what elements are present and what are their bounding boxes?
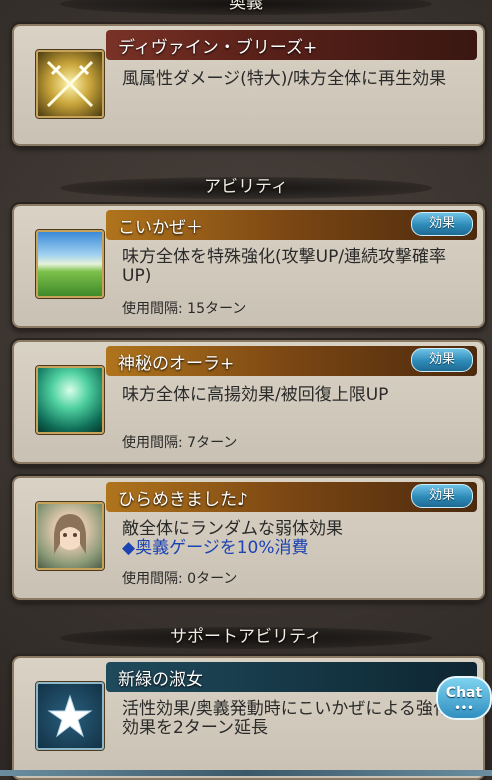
ougi-description: 風属性ダメージ(特大)/味方全体に再生効果 <box>122 69 447 89</box>
ougi-header-label: 奥義 <box>229 0 263 13</box>
chat-dots: ••• <box>454 703 474 714</box>
ability-1-effect-button[interactable]: 効果 <box>411 212 473 236</box>
ougi-section-header: 奥義 <box>0 0 492 18</box>
ability-card-3[interactable]: ひらめきました♪ 効果 敵全体にランダムな弱体効果 ◆奥義ゲージを10%消費 使… <box>12 476 485 600</box>
support-card[interactable]: 新緑の淑女 活性効果/奥義発動時にこいかぜによる強化効果を2ターン延長 <box>12 656 485 780</box>
ability-3-description-text: 敵全体にランダムな弱体効果 <box>122 519 343 539</box>
ability-2-effect-button[interactable]: 効果 <box>411 348 473 372</box>
ability-2-interval: 使用間隔: 7ターン <box>122 435 238 451</box>
ability-card-1[interactable]: こいかぜ＋ 効果 味方全体を特殊強化(攻撃UP/連続攻撃確率UP) 使用間隔: … <box>12 204 485 328</box>
ability-section-header: アビリティ <box>0 172 492 202</box>
support-name: 新緑の淑女 <box>118 669 203 690</box>
ougi-card[interactable]: ディヴァイン・ブリーズ+ 風属性ダメージ(特大)/味方全体に再生効果 <box>12 24 485 146</box>
support-title-bar: 新緑の淑女 <box>106 662 477 692</box>
bottom-strip <box>0 770 492 776</box>
green-aura-icon <box>36 366 104 434</box>
support-description: 活性効果/奥義発動時にこいかぜによる強化効果を2ターン延長 <box>122 699 450 738</box>
ability-2-name: 神秘のオーラ+ <box>118 353 235 374</box>
ougi-title-bar: ディヴァイン・ブリーズ+ <box>106 30 477 60</box>
ability-header-label: アビリティ <box>204 177 288 197</box>
ability-1-description: 味方全体を特殊強化(攻撃UP/連続攻撃確率UP) <box>122 247 447 286</box>
star-icon <box>36 682 104 750</box>
character-portrait-icon <box>36 502 104 570</box>
ability-1-name: こいかぜ＋ <box>118 217 203 238</box>
ability-card-2[interactable]: 神秘のオーラ+ 効果 味方全体に高揚効果/被回復上限UP 使用間隔: 7ターン <box>12 340 485 464</box>
green-field-icon <box>36 230 104 298</box>
ability-3-cost-note: ◆奥義ゲージを10%消費 <box>122 538 309 558</box>
ability-2-description: 味方全体に高揚効果/被回復上限UP <box>122 385 389 405</box>
chat-label: Chat <box>445 685 483 701</box>
ability-3-description: 敵全体にランダムな弱体効果 ◆奥義ゲージを10%消費 <box>122 520 465 558</box>
support-section-header: サポートアビリティ <box>0 622 492 652</box>
ability-3-name: ひらめきました♪ <box>118 489 248 510</box>
ougi-name: ディヴァイン・ブリーズ+ <box>118 37 318 58</box>
ability-3-effect-button[interactable]: 効果 <box>411 484 473 508</box>
ability-1-interval: 使用間隔: 15ターン <box>122 301 247 317</box>
crossed-swords-icon <box>36 50 104 118</box>
ability-3-interval: 使用間隔: 0ターン <box>122 571 238 587</box>
chat-button[interactable]: Chat ••• <box>436 676 492 720</box>
support-header-label: サポートアビリティ <box>170 627 322 647</box>
